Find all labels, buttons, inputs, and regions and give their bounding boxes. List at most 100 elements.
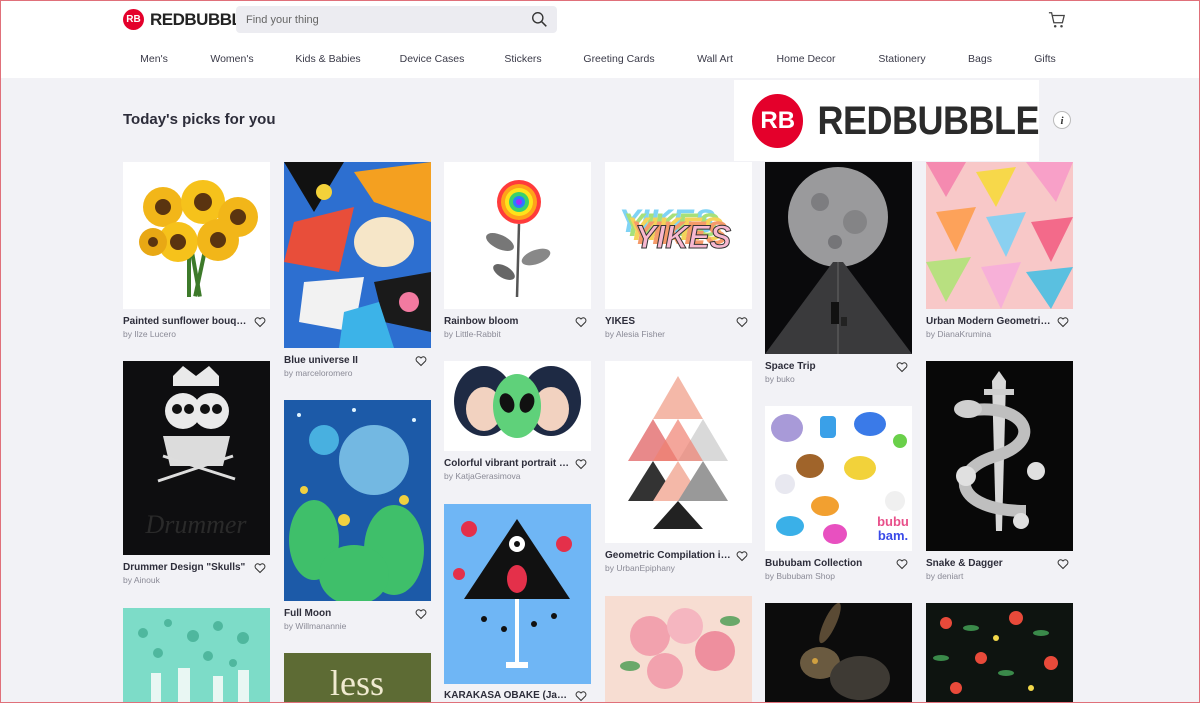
product-title: KARAKASA OBAKE (Japanese umbrella) [444,690,572,701]
nav-stationery[interactable]: Stationery [878,53,925,65]
product-card[interactable]: Geometric Compilation in Rose by UrbanEp… [605,361,752,573]
product-artist: by DianaKrumina [926,329,992,339]
product-title: Rainbow bloom [444,316,519,327]
product-card[interactable] [926,603,1073,703]
site-header: RB REDBUBBLE Men's Women's Kids & Babies… [0,0,1200,78]
category-nav: Men's Women's Kids & Babies Device Cases… [0,53,1200,69]
product-image-teal-leaves [123,608,270,703]
product-image-snake-dagger [926,361,1073,551]
nav-kids-babies[interactable]: Kids & Babies [295,53,360,65]
nav-women[interactable]: Women's [210,53,253,65]
svg-text:less: less [330,663,384,703]
heart-icon[interactable] [1057,316,1069,328]
product-card[interactable]: less [284,653,431,703]
search-bar [236,6,557,33]
product-artist: by UrbanEpiphany [605,563,675,573]
product-artist: by Alesia Fisher [605,329,665,339]
nav-greeting-cards[interactable]: Greeting Cards [583,53,654,65]
product-image-sunflowers [123,162,270,309]
product-image-floral-pattern [926,603,1073,703]
section-title: Today's picks for you [123,111,276,128]
redbubble-logo[interactable]: RB REDBUBBLE [123,9,253,30]
product-card[interactable]: Snake & Dagger by deniart [926,361,1073,581]
product-title: Snake & Dagger [926,558,1003,569]
product-image-blue-universe [284,162,431,348]
svg-text:Drummer: Drummer [144,510,247,539]
search-input[interactable] [244,12,518,27]
product-artist: by Little-Rabbit [444,329,501,339]
product-artist: by buko [765,374,795,384]
product-image-urban-geometric [926,162,1073,309]
product-title: YIKES [605,316,636,327]
product-artist: by deniart [926,571,964,581]
product-card[interactable]: Painted sunflower bouquet by Ilze Lucero [123,162,270,339]
nav-bags[interactable]: Bags [968,53,992,65]
svg-text:bubu: bubu [877,514,909,529]
product-card[interactable] [605,596,752,703]
cart-icon[interactable] [1048,11,1066,29]
product-image-space-trip [765,162,912,354]
product-artist: by Willmanannie [284,621,347,631]
product-title: Full Moon [284,608,332,619]
nav-home-decor[interactable]: Home Decor [777,53,836,65]
nav-wall-art[interactable]: Wall Art [697,53,733,65]
svg-text:YIKES: YIKES [635,219,732,255]
heart-icon[interactable] [896,361,908,373]
heart-icon[interactable] [254,562,266,574]
product-image-less-typography: less [284,653,431,703]
nav-stickers[interactable]: Stickers [504,53,541,65]
product-card[interactable] [765,603,912,703]
product-card[interactable]: Full Moon by Willmanannie [284,400,431,631]
svg-text:bam.: bam. [878,528,908,543]
heart-icon[interactable] [1057,558,1069,570]
search-icon[interactable] [531,11,548,28]
promo-wordmark: REDBUBBLE [817,97,1039,143]
product-card[interactable] [123,608,270,703]
product-image-bububam-collection: bubu bam. [765,406,912,551]
heart-icon[interactable] [575,458,587,470]
heart-icon[interactable] [415,608,427,620]
product-title: Space Trip [765,361,816,372]
product-card[interactable]: Drummer Drummer Design "Skulls" by Ainou… [123,361,270,585]
product-title: Geometric Compilation in Rose [605,550,733,561]
nav-gifts[interactable]: Gifts [1034,53,1056,65]
product-card[interactable]: bubu bam. Bububam Collection by Bububam … [765,406,912,581]
nav-men[interactable]: Men's [140,53,168,65]
product-image-geometric-triangles [605,361,752,543]
product-image-drummer-skulls: Drummer [123,361,270,555]
product-image-rainbow-bloom [444,162,591,309]
product-image-karakasa-obake [444,504,591,684]
product-card[interactable]: Urban Modern Geometric Triangles by Dian… [926,162,1073,339]
product-card[interactable]: Colorful vibrant portrait of alien by Ka… [444,361,591,481]
heart-icon[interactable] [896,558,908,570]
product-image-alien-portrait [444,361,591,451]
product-title: Urban Modern Geometric Triangles [926,316,1054,327]
product-image-full-moon [284,400,431,601]
heart-icon[interactable] [736,550,748,562]
product-image-yikes: YIKES YIKES YIKES YIKES YIKES [605,162,752,309]
product-artist: by marceloromero [284,368,353,378]
product-title: Painted sunflower bouquet [123,316,251,327]
nav-device-cases[interactable]: Device Cases [400,53,465,65]
heart-icon[interactable] [575,690,587,702]
product-artist: by KatjaGerasimova [444,471,521,481]
info-icon[interactable]: i [1053,111,1071,129]
product-image-mechanical-rabbit [765,603,912,703]
product-card[interactable]: Space Trip by buko [765,162,912,384]
logo-badge-icon: RB [123,9,144,30]
product-card[interactable]: KARAKASA OBAKE (Japanese umbrella) [444,504,591,702]
product-title: Drummer Design "Skulls" [123,562,246,573]
product-artist: by Ilze Lucero [123,329,176,339]
promo-badge-icon: RB [752,93,804,148]
heart-icon[interactable] [415,355,427,367]
redbubble-promo-logo: RB REDBUBBLE [734,80,1039,161]
product-card[interactable]: YIKES YIKES YIKES YIKES YIKES YIKES by A… [605,162,752,339]
heart-icon[interactable] [575,316,587,328]
heart-icon[interactable] [736,316,748,328]
product-artist: by Ainouk [123,575,160,585]
heart-icon[interactable] [254,316,266,328]
product-title: Blue universe II [284,355,358,366]
product-card[interactable]: Rainbow bloom by Little-Rabbit [444,162,591,339]
product-title: Bububam Collection [765,558,863,569]
product-card[interactable]: Blue universe II by marceloromero [284,162,431,378]
